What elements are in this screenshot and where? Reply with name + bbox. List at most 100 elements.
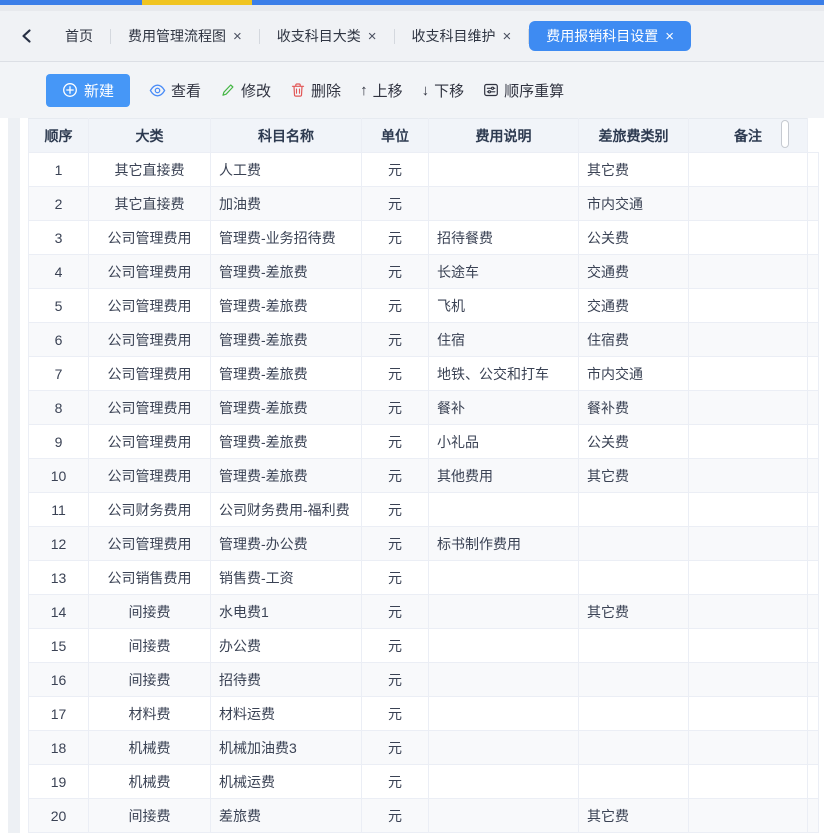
table-cell	[808, 663, 819, 697]
table-row[interactable]: 2其它直接费加油费元市内交通	[29, 187, 819, 221]
move-up-button[interactable]: ↑ 上移	[360, 80, 403, 101]
table-cell: 其它费	[579, 459, 689, 493]
table-cell	[808, 765, 819, 799]
table-cell	[429, 629, 579, 663]
table-cell: 公司管理费用	[89, 289, 211, 323]
create-button[interactable]: 新建	[46, 74, 130, 107]
table-cell	[689, 187, 808, 221]
move-down-button[interactable]: ↓ 下移	[422, 80, 465, 101]
table-cell: 餐补费	[579, 391, 689, 425]
table-cell: 差旅费	[211, 799, 362, 833]
table-cell: 公司管理费用	[89, 425, 211, 459]
table-row[interactable]: 8公司管理费用管理费-差旅费元餐补餐补费	[29, 391, 819, 425]
view-button[interactable]: 查看	[149, 80, 201, 101]
table-cell	[689, 799, 808, 833]
table-cell: 15	[29, 629, 89, 663]
table-row[interactable]: 18机械费机械加油费3元	[29, 731, 819, 765]
table-cell	[808, 527, 819, 561]
move-down-button-label: 下移	[434, 80, 464, 101]
table-wrap: 顺序大类科目名称单位费用说明差旅费类别备注 1其它直接费人工费元其它费2其它直接…	[28, 118, 819, 833]
table-row[interactable]: 3公司管理费用管理费-业务招待费元招待餐费公关费	[29, 221, 819, 255]
table-cell: 管理费-差旅费	[211, 323, 362, 357]
table-cell: 材料费	[89, 697, 211, 731]
table-row[interactable]: 1其它直接费人工费元其它费	[29, 153, 819, 187]
table-cell	[808, 561, 819, 595]
table-cell: 元	[362, 289, 429, 323]
table-cell: 公司财务费用	[89, 493, 211, 527]
table-row[interactable]: 4公司管理费用管理费-差旅费元长途车交通费	[29, 255, 819, 289]
close-icon[interactable]: ×	[368, 29, 377, 44]
table-row[interactable]: 20间接费差旅费元其它费	[29, 799, 819, 833]
header-row: 顺序大类科目名称单位费用说明差旅费类别备注	[29, 119, 819, 153]
tab-home[interactable]: 首页	[48, 21, 110, 51]
table-row[interactable]: 12公司管理费用管理费-办公费元标书制作费用	[29, 527, 819, 561]
table-cell: 其它直接费	[89, 153, 211, 187]
table-cell: 间接费	[89, 595, 211, 629]
table-cell: 元	[362, 459, 429, 493]
subject-table: 顺序大类科目名称单位费用说明差旅费类别备注 1其它直接费人工费元其它费2其它直接…	[28, 118, 819, 833]
table-row[interactable]: 16间接费招待费元	[29, 663, 819, 697]
tab-label: 费用报销科目设置	[546, 26, 658, 46]
tab-income-expense-maintenance[interactable]: 收支科目维护 ×	[395, 21, 529, 51]
table-cell: 管理费-差旅费	[211, 425, 362, 459]
delete-button[interactable]: 删除	[290, 80, 341, 101]
table-cell: 公司管理费用	[89, 221, 211, 255]
table-cell	[429, 799, 579, 833]
table-cell	[579, 731, 689, 765]
edit-button[interactable]: 修改	[220, 80, 271, 101]
table-cell: 公司财务费用-福利费	[211, 493, 362, 527]
table-cell	[808, 153, 819, 187]
table-cell: 元	[362, 153, 429, 187]
trash-icon	[290, 82, 306, 98]
close-icon[interactable]: ×	[233, 29, 242, 44]
table-cell: 20	[29, 799, 89, 833]
column-header: 大类	[89, 119, 211, 153]
table-row[interactable]: 7公司管理费用管理费-差旅费元地铁、公交和打车市内交通	[29, 357, 819, 391]
table-row[interactable]: 10公司管理费用管理费-差旅费元其他费用其它费	[29, 459, 819, 493]
table-row[interactable]: 6公司管理费用管理费-差旅费元住宿住宿费	[29, 323, 819, 357]
table-row[interactable]: 5公司管理费用管理费-差旅费元飞机交通费	[29, 289, 819, 323]
recalc-order-button[interactable]: 顺序重算	[483, 80, 564, 101]
table-cell: 元	[362, 595, 429, 629]
table-cell	[689, 731, 808, 765]
table-cell	[689, 663, 808, 697]
table-cell	[429, 731, 579, 765]
table-cell: 元	[362, 663, 429, 697]
table-cell	[689, 357, 808, 391]
close-icon[interactable]: ×	[503, 29, 512, 44]
table-cell: 3	[29, 221, 89, 255]
close-icon[interactable]: ×	[665, 29, 674, 44]
table-cell: 长途车	[429, 255, 579, 289]
table-cell	[689, 493, 808, 527]
table-cell: 14	[29, 595, 89, 629]
table-row[interactable]: 15间接费办公费元	[29, 629, 819, 663]
table-cell: 公关费	[579, 425, 689, 459]
table-cell	[429, 697, 579, 731]
tab-label: 费用管理流程图	[128, 26, 226, 46]
table-cell: 其它直接费	[89, 187, 211, 221]
tab-expense-reimbursement-settings[interactable]: 费用报销科目设置 ×	[529, 21, 691, 51]
arrow-up-icon: ↑	[360, 82, 368, 99]
view-button-label: 查看	[171, 80, 201, 101]
tab-income-expense-category[interactable]: 收支科目大类 ×	[260, 21, 394, 51]
tab-expense-flow-diagram[interactable]: 费用管理流程图 ×	[111, 21, 259, 51]
table-cell: 标书制作费用	[429, 527, 579, 561]
vertical-scrollbar-thumb[interactable]	[781, 120, 789, 148]
table-row[interactable]: 9公司管理费用管理费-差旅费元小礼品公关费	[29, 425, 819, 459]
table-row[interactable]: 19机械费机械运费元	[29, 765, 819, 799]
table-row[interactable]: 17材料费材料运费元	[29, 697, 819, 731]
tab-label: 收支科目大类	[277, 26, 361, 46]
table-row[interactable]: 13公司销售费用销售费-工资元	[29, 561, 819, 595]
table-cell: 机械费	[89, 731, 211, 765]
table-row[interactable]: 14间接费水电费1元其它费	[29, 595, 819, 629]
back-button[interactable]	[14, 23, 40, 49]
table-cell: 元	[362, 425, 429, 459]
table-row[interactable]: 11公司财务费用公司财务费用-福利费元	[29, 493, 819, 527]
table-cell: 管理费-差旅费	[211, 357, 362, 391]
table-cell	[689, 697, 808, 731]
plus-circle-icon	[62, 82, 78, 98]
table-cell: 18	[29, 731, 89, 765]
table-cell: 管理费-差旅费	[211, 391, 362, 425]
table-cell	[579, 493, 689, 527]
table-cell	[808, 595, 819, 629]
